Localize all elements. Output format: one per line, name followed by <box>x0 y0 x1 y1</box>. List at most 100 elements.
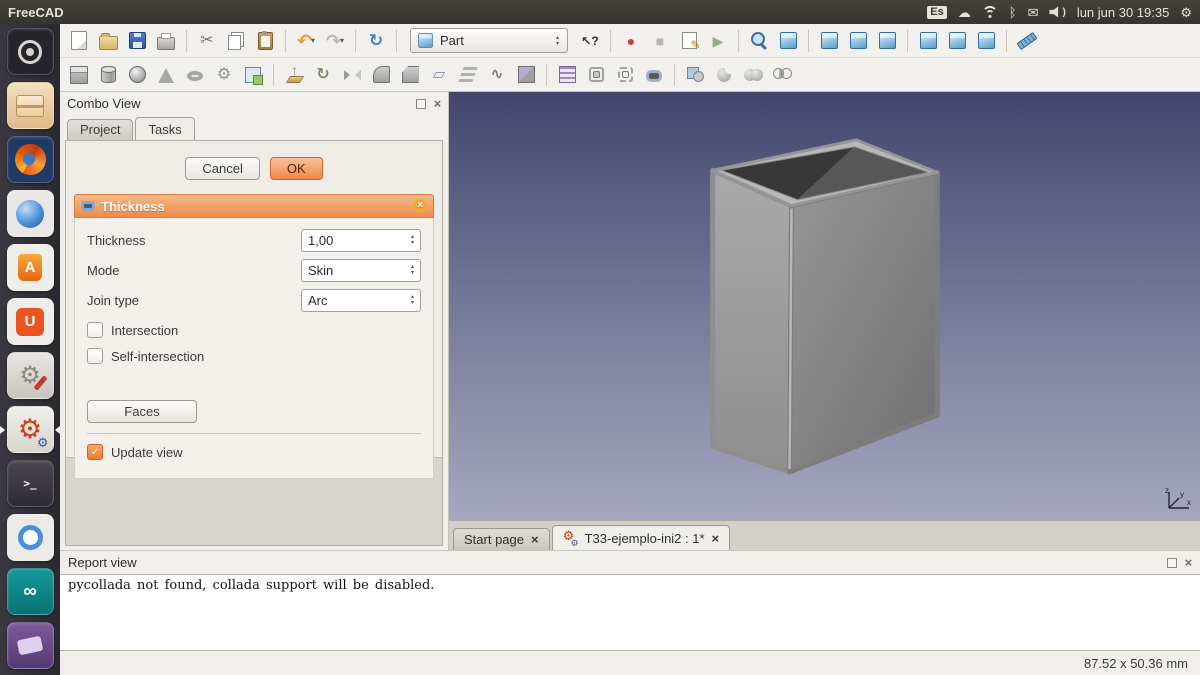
part-cut-button[interactable] <box>711 62 737 88</box>
part-cylinder-button[interactable] <box>95 62 121 88</box>
part-union-button[interactable] <box>740 62 766 88</box>
view-front-button[interactable] <box>816 28 842 54</box>
part-sphere-button[interactable] <box>124 62 150 88</box>
keyboard-layout-indicator[interactable]: Es <box>927 5 947 19</box>
measure-linear-button[interactable] <box>1014 28 1040 54</box>
view-rear-button[interactable] <box>915 28 941 54</box>
redo-dropdown-arrow[interactable]: ▾ <box>340 36 344 45</box>
cut-button[interactable]: ✂ <box>194 28 220 54</box>
fit-all-button[interactable] <box>746 28 772 54</box>
view-right-button[interactable] <box>874 28 900 54</box>
part-loft-button[interactable] <box>455 62 481 88</box>
view-axonometric-button[interactable] <box>775 28 801 54</box>
macro-edit-button[interactable] <box>676 28 702 54</box>
part-box-button[interactable] <box>66 62 92 88</box>
part-offset-3d-button[interactable] <box>583 62 609 88</box>
launcher-item-freecad[interactable] <box>6 406 54 453</box>
launcher-item-system-settings[interactable] <box>6 352 54 399</box>
3d-viewport[interactable]: z y x Start page × T33-ejemplo-ini2 : 1* × <box>449 92 1200 550</box>
undo-dropdown-arrow[interactable]: ▾ <box>311 36 315 45</box>
tab-tasks[interactable]: Tasks <box>135 117 195 140</box>
part-thickness-button[interactable] <box>641 62 667 88</box>
view-left-button[interactable] <box>973 28 999 54</box>
section-close-icon[interactable]: × <box>413 199 427 213</box>
open-file-button[interactable] <box>95 28 121 54</box>
part-revolve-button[interactable]: ↻ <box>310 62 336 88</box>
launcher-item-ubuntu-software[interactable]: U <box>6 298 54 345</box>
close-panel-icon[interactable]: × <box>433 97 441 110</box>
redo-button[interactable]: ↷ ▾ <box>322 28 348 54</box>
launcher-item-purple-app[interactable] <box>6 622 54 669</box>
workbench-dropdown-arrows[interactable]: ▴ ▾ <box>550 29 565 52</box>
wifi-icon[interactable] <box>981 6 998 18</box>
ok-button[interactable]: OK <box>269 157 323 180</box>
report-view-content[interactable]: pycollada not found, collada support wil… <box>60 574 1200 651</box>
part-offset-2d-button[interactable] <box>612 62 638 88</box>
launcher-item-arduino[interactable]: ∞ <box>6 568 54 615</box>
cloud-icon[interactable]: ☁ <box>958 6 971 19</box>
launcher-item-chromium[interactable] <box>6 514 54 561</box>
bluetooth-icon[interactable]: ᛒ <box>1009 6 1017 19</box>
tab-document[interactable]: T33-ejemplo-ini2 : 1* × <box>551 525 731 550</box>
3d-scene-area[interactable]: z y x <box>449 92 1200 520</box>
tab-start-page[interactable]: Start page × <box>453 528 550 550</box>
volume-icon[interactable]: ) <box>1049 6 1066 18</box>
cancel-button[interactable]: Cancel <box>185 157 260 180</box>
float-panel-icon[interactable] <box>416 98 427 109</box>
thickness-input-arrows[interactable]: ▴ ▾ <box>405 230 420 251</box>
part-mirror-button[interactable] <box>339 62 365 88</box>
new-file-button[interactable] <box>66 28 92 54</box>
part-common-button[interactable] <box>769 62 795 88</box>
part-chamfer-button[interactable] <box>397 62 423 88</box>
part-ruled-surface-button[interactable]: ▱ <box>426 62 452 88</box>
part-create-primitives-button[interactable]: ⚙ <box>211 62 237 88</box>
view-bottom-button[interactable] <box>944 28 970 54</box>
workbench-selector[interactable]: Part ▴ ▾ <box>410 28 568 53</box>
self-intersection-checkbox[interactable] <box>87 348 103 364</box>
join-type-select[interactable]: Arc ▴ ▾ <box>301 288 421 312</box>
part-cone-button[interactable] <box>153 62 179 88</box>
thickness-section-header[interactable]: Thickness × <box>74 194 434 218</box>
macro-record-button[interactable]: ● <box>618 28 644 54</box>
launcher-item-files[interactable] <box>6 82 54 129</box>
launcher-item-terminal[interactable]: >_ <box>6 460 54 507</box>
part-shape-builder-button[interactable] <box>240 62 266 88</box>
report-close-icon[interactable]: × <box>1184 556 1192 569</box>
tab-document-close-icon[interactable]: × <box>712 531 720 546</box>
launcher-item-dash-home[interactable] <box>6 28 54 75</box>
session-gear-icon[interactable]: ⚙ <box>1180 6 1192 19</box>
part-fillet-button[interactable] <box>368 62 394 88</box>
clock[interactable]: lun jun 30 19:35 <box>1077 5 1170 20</box>
macro-stop-button[interactable]: ■ <box>647 28 673 54</box>
launcher-item-software-center[interactable]: A <box>6 244 54 291</box>
part-cross-sections-button[interactable] <box>554 62 580 88</box>
macro-execute-button[interactable]: ▶ <box>705 28 731 54</box>
part-sweep-button[interactable]: ∿ <box>484 62 510 88</box>
thickness-input[interactable]: 1,00 ▴ ▾ <box>301 228 421 252</box>
launcher-item-blue-app[interactable] <box>6 190 54 237</box>
mode-select-arrows[interactable]: ▴ ▾ <box>405 260 420 281</box>
paste-button[interactable] <box>252 28 278 54</box>
report-float-icon[interactable] <box>1167 557 1178 568</box>
print-button[interactable] <box>153 28 179 54</box>
undo-button[interactable]: ↶ ▾ <box>293 28 319 54</box>
join-type-select-arrows[interactable]: ▴ ▾ <box>405 290 420 311</box>
part-torus-button[interactable] <box>182 62 208 88</box>
faces-button[interactable]: Faces <box>87 400 197 423</box>
intersection-checkbox[interactable] <box>87 322 103 338</box>
3d-scene[interactable] <box>449 92 1200 520</box>
update-view-checkbox[interactable]: ✓ <box>87 444 103 460</box>
model-front-face[interactable] <box>710 167 795 475</box>
mail-icon[interactable]: ✉ <box>1028 6 1039 19</box>
whats-this-button[interactable]: ↖? <box>577 28 603 54</box>
part-boolean-button[interactable] <box>682 62 708 88</box>
view-top-button[interactable] <box>845 28 871 54</box>
launcher-item-firefox[interactable] <box>6 136 54 183</box>
copy-button[interactable] <box>223 28 249 54</box>
open-box-model[interactable] <box>710 138 940 475</box>
tab-project[interactable]: Project <box>67 119 134 140</box>
tab-start-page-close-icon[interactable]: × <box>531 532 539 547</box>
part-section-button[interactable] <box>513 62 539 88</box>
refresh-button[interactable]: ↻ <box>363 28 389 54</box>
save-file-button[interactable] <box>124 28 150 54</box>
